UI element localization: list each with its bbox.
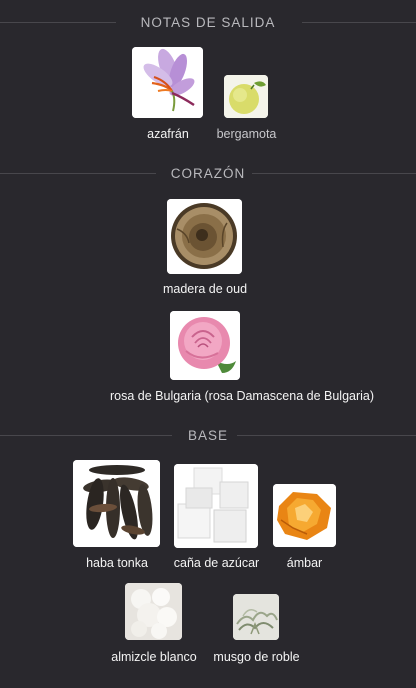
note-bulgarian-rose[interactable]: rosa de Bulgaria (rosa Damascena de Bulg… bbox=[110, 311, 374, 403]
note-label: bergamota bbox=[216, 127, 277, 141]
saffron-flower-image bbox=[132, 47, 203, 118]
note-label: madera de oud bbox=[162, 282, 248, 296]
section-title-top-notes: NOTAS DE SALIDA bbox=[140, 15, 276, 30]
note-label: rosa de Bulgaria (rosa Damascena de Bulg… bbox=[110, 389, 375, 403]
amber-image bbox=[273, 484, 336, 547]
oakmoss-image bbox=[233, 594, 279, 640]
note-oud-wood[interactable]: madera de oud bbox=[163, 199, 247, 299]
divider-right bbox=[252, 173, 416, 174]
note-label: musgo de roble bbox=[213, 650, 300, 664]
bergamot-fruit-image bbox=[224, 75, 268, 118]
bulgarian-rose-image bbox=[170, 311, 240, 380]
white-musk-image bbox=[125, 583, 182, 640]
sugar-cane-image bbox=[174, 464, 258, 548]
note-amber[interactable]: ámbar bbox=[273, 484, 336, 572]
note-oakmoss[interactable]: musgo de roble bbox=[213, 594, 300, 665]
section-title-base-notes: BASE bbox=[187, 428, 229, 443]
section-header-base-notes: BASE bbox=[0, 426, 416, 446]
divider-right bbox=[237, 435, 416, 436]
oud-wood-image bbox=[167, 199, 242, 274]
note-bergamot[interactable]: bergamota bbox=[217, 75, 276, 147]
section-header-top-notes: NOTAS DE SALIDA bbox=[0, 13, 416, 33]
divider-right bbox=[302, 22, 416, 23]
section-title-heart-notes: CORAZÓN bbox=[170, 166, 246, 181]
note-label: ámbar bbox=[286, 556, 323, 570]
section-header-heart-notes: CORAZÓN bbox=[0, 164, 416, 184]
tonka-bean-image bbox=[73, 460, 160, 547]
fragrance-notes-pyramid: NOTAS DE SALIDA azafrán bergamota CORAZÓ… bbox=[0, 0, 416, 688]
